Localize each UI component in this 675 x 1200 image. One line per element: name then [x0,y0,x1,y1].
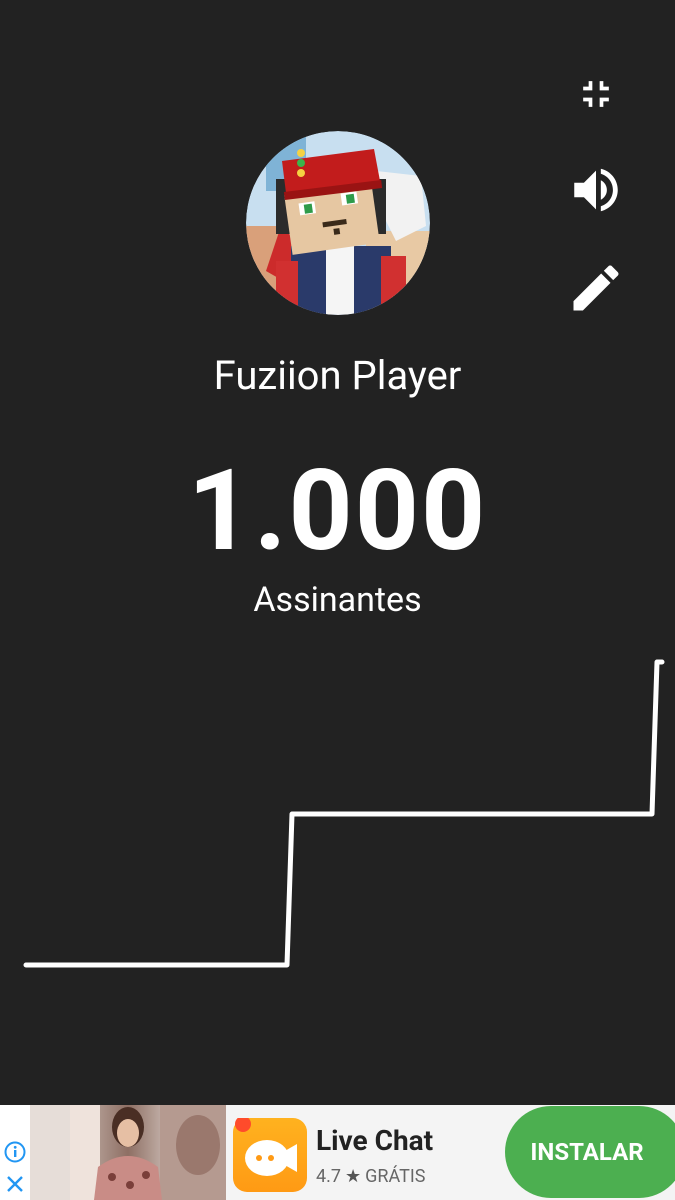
chat-bubble-icon [235,1116,297,1176]
star-icon: ★ [344,1166,362,1187]
install-button[interactable]: INSTALAR [505,1106,675,1198]
ad-app-name[interactable]: Live Chat [316,1123,433,1159]
ad-image[interactable] [30,1105,226,1200]
channel-avatar[interactable] [246,131,430,315]
ad-choices [0,1105,30,1200]
channel-name: Fuziion Player [213,352,462,399]
ad-rating-value: 4.7 [316,1166,341,1187]
ad-price: GRÁTIS [365,1166,426,1187]
pencil-icon [573,265,619,311]
ad-rating: 4.7 ★ GRÁTIS [316,1165,425,1189]
graph-line [23,659,665,968]
ad-banner[interactable]: Live Chat 4.7 ★ GRÁTIS INSTALAR [0,1105,675,1200]
live-chat-app-icon[interactable] [233,1116,307,1192]
fullscreen-exit-icon [583,81,609,107]
avatar-illustration [246,131,430,315]
edit-button[interactable] [564,256,628,320]
subscriber-graph [23,659,665,968]
info-icon[interactable] [4,1141,26,1163]
subscriber-count: 1.000 [187,446,488,577]
subscriber-label: Assinantes [253,580,422,620]
ad-photo-illustration [30,1105,226,1200]
counter-screen: Fuziion Player 1.000 Assinantes Live Cha… [0,0,675,1200]
close-icon[interactable] [4,1173,26,1195]
fullscreen-exit-button[interactable] [564,62,628,126]
volume-button[interactable] [564,158,628,222]
volume-up-icon [574,168,618,212]
